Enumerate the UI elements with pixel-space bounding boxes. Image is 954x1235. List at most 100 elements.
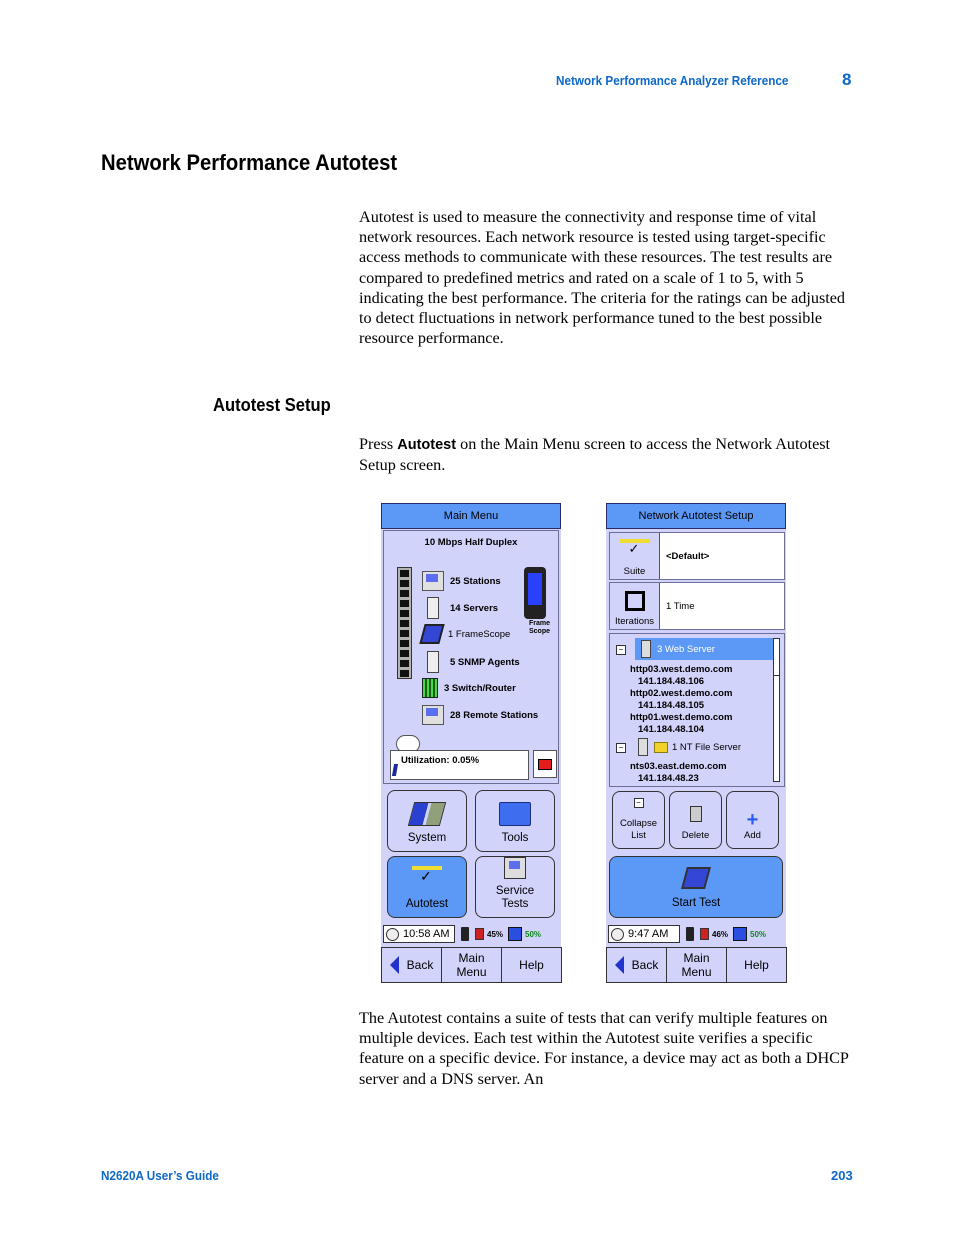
workstation-icon: [504, 857, 526, 879]
server-icon: [427, 597, 439, 619]
scrollbar-thumb[interactable]: [774, 639, 779, 676]
tools-button[interactable]: Tools: [475, 790, 555, 852]
system-button[interactable]: System: [387, 790, 467, 852]
toolbox-icon: [499, 802, 531, 826]
tree-host[interactable]: http02.west.demo.com: [630, 688, 732, 699]
system-devices-icon: [407, 802, 447, 826]
handheld-status-icon: [461, 927, 469, 941]
time-readout: 10:58 AM: [403, 928, 450, 940]
link-speed-label: 10 Mbps Half Duplex: [424, 537, 518, 548]
delete-button[interactable]: Delete: [669, 791, 722, 849]
system-label: System: [407, 832, 447, 844]
device-label: 5 SNMP Agents: [450, 656, 520, 668]
delete-label: Delete: [681, 830, 710, 841]
service-tests-button[interactable]: Service Tests: [475, 856, 555, 918]
suite-setting-row: Suite <Default>: [609, 532, 785, 580]
tree-host-ip: 141.184.48.104: [638, 724, 705, 735]
tree-host-ip: 141.184.48.105: [638, 700, 705, 711]
battery-percent: 46%: [712, 929, 729, 939]
help-button[interactable]: Help: [726, 947, 787, 983]
iterations-label: Iterations: [614, 616, 655, 627]
closing-paragraph: The Autotest contains a suite of tests t…: [359, 1009, 849, 1088]
main-menu-button[interactable]: Main Menu: [441, 947, 502, 983]
back-label: Back: [406, 958, 434, 972]
device-row-framescope[interactable]: 1 FrameScope: [419, 624, 511, 644]
help-button[interactable]: Help: [501, 947, 562, 983]
collapse-icon: −: [633, 798, 644, 808]
storage-percent: 50%: [525, 929, 542, 939]
workstation-icon: [422, 571, 444, 591]
tree-host[interactable]: http03.west.demo.com: [630, 664, 732, 675]
tools-label: Tools: [501, 832, 529, 844]
tree-host[interactable]: nts03.east.demo.com: [630, 761, 727, 772]
footer-guide-title: N2620A User’s Guide: [101, 1168, 219, 1183]
clock: 10:58 AM: [383, 925, 455, 943]
repeat-icon: [624, 591, 645, 611]
clock: 9:47 AM: [608, 925, 680, 943]
collapse-toggle-icon[interactable]: −: [616, 743, 626, 753]
back-button[interactable]: Back: [381, 947, 442, 983]
network-discovery-panel: 10 Mbps Half Duplex 25 Stations 14 Serve…: [383, 530, 559, 784]
start-test-button[interactable]: Start Test: [609, 856, 783, 918]
server-icon: [427, 651, 439, 673]
intro-paragraph: Autotest is used to measure the connecti…: [359, 208, 846, 348]
suite-button[interactable]: Suite: [610, 533, 660, 579]
autotest-setup-screenshot: Network Autotest Setup Suite <Default> I…: [606, 503, 787, 983]
utilization-bar: [391, 764, 399, 776]
workstation-icon: [422, 705, 444, 725]
chapter-number: 8: [842, 70, 852, 89]
running-header-title: Network Performance Analyzer Reference: [556, 73, 789, 88]
iterations-button[interactable]: Iterations: [610, 583, 660, 629]
tree-group-label: 1 NT File Server: [672, 741, 741, 753]
tree-group-web-server[interactable]: 3 Web Server: [635, 638, 773, 660]
flag-icon[interactable]: [533, 750, 557, 778]
server-icon: [638, 738, 648, 756]
tree-group-label: 3 Web Server: [657, 643, 715, 655]
switch-icon: [422, 678, 438, 698]
back-arrow-icon: [389, 956, 399, 974]
main-menu-title-bar: Main Menu: [381, 503, 561, 529]
back-arrow-icon: [614, 956, 624, 974]
device-label: 14 Servers: [450, 602, 499, 614]
server-icon: [641, 640, 651, 658]
tree-host-ip: 141.184.48.23: [638, 773, 699, 784]
device-label: 1 FrameScope: [448, 628, 511, 640]
nav-bar: Back Main Menu Help: [381, 947, 562, 983]
collapse-list-button[interactable]: − Collapse List: [612, 791, 665, 849]
handheld-icon: [419, 624, 445, 644]
time-readout: 9:47 AM: [628, 928, 669, 940]
status-bar: 9:47 AM 46% 50%: [606, 923, 786, 945]
device-row-switch[interactable]: 3 Switch/Router: [422, 678, 516, 698]
tree-scrollbar[interactable]: [773, 638, 780, 782]
autotest-button[interactable]: Autotest: [387, 856, 467, 918]
battery-icon: [700, 928, 709, 940]
battery-icon: [475, 928, 484, 940]
setup-text-prefix: Press: [359, 435, 398, 453]
back-button[interactable]: Back: [606, 947, 667, 983]
add-button[interactable]: + Add: [726, 791, 779, 849]
suite-label: Suite: [623, 566, 646, 577]
tree-host[interactable]: http01.west.demo.com: [630, 712, 732, 723]
collapse-list-label: Collapse List: [620, 818, 657, 841]
clock-icon: [611, 927, 624, 941]
device-row-stations[interactable]: 25 Stations: [422, 571, 501, 591]
utilization-label: Utilization: 0.05%: [401, 755, 480, 766]
storage-card-icon: [508, 927, 523, 941]
main-menu-button[interactable]: Main Menu: [666, 947, 727, 983]
device-row-remote[interactable]: 28 Remote Stations: [422, 705, 538, 725]
suite-value: <Default>: [666, 550, 710, 562]
storage-card-icon: [733, 927, 748, 941]
help-label: Help: [519, 958, 544, 972]
collapse-toggle-icon[interactable]: −: [616, 645, 626, 655]
battery-percent: 45%: [487, 929, 504, 939]
status-bar: 10:58 AM 45% 50%: [381, 923, 561, 945]
section-title: Network Performance Autotest: [101, 150, 398, 175]
folder-icon: [654, 741, 668, 753]
storage-percent: 50%: [750, 929, 767, 939]
tree-host-ip: 141.184.48.106: [638, 676, 705, 687]
tree-group-nt-file-server[interactable]: 1 NT File Server: [632, 738, 741, 756]
device-row-servers[interactable]: 14 Servers: [422, 597, 498, 619]
autotest-setup-title-bar: Network Autotest Setup: [606, 503, 786, 529]
device-row-snmp[interactable]: 5 SNMP Agents: [422, 651, 520, 673]
start-test-label: Start Test: [671, 897, 721, 909]
